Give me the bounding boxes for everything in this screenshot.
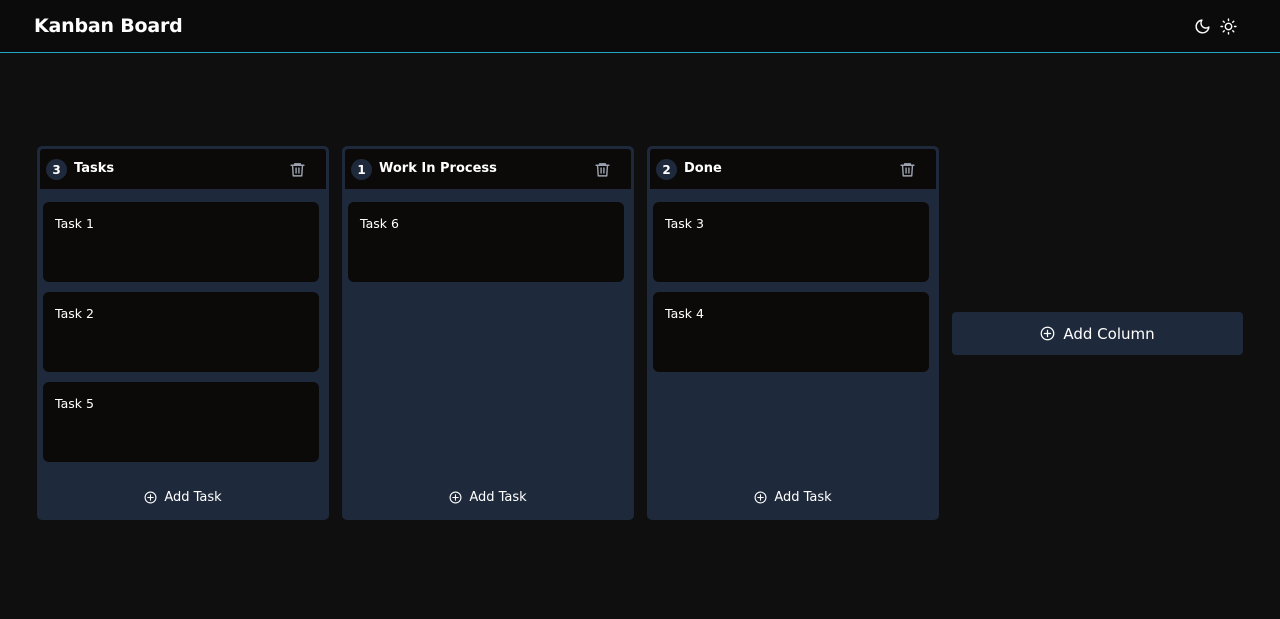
- column-header[interactable]: 3 Tasks: [40, 149, 326, 189]
- column-work-in-process[interactable]: 1 Work In Process Task 6 Add Task: [342, 146, 634, 520]
- add-task-button[interactable]: Add Task: [647, 486, 939, 508]
- add-task-label: Add Task: [164, 489, 222, 505]
- task-count-badge: 3: [46, 159, 67, 180]
- task-card[interactable]: Task 5: [43, 382, 319, 462]
- delete-column-button[interactable]: [288, 160, 306, 178]
- trash-icon: [899, 162, 915, 177]
- add-task-button[interactable]: Add Task: [37, 486, 329, 508]
- task-text: Task 1: [55, 216, 94, 231]
- task-card[interactable]: Task 1: [43, 202, 319, 282]
- add-task-label: Add Task: [469, 489, 527, 505]
- column-title[interactable]: Work In Process: [379, 161, 497, 176]
- plus-circle-icon: [449, 491, 462, 503]
- plus-circle-icon: [1040, 326, 1055, 341]
- add-column-button[interactable]: Add Column: [952, 312, 1243, 355]
- app-header: Kanban Board: [0, 0, 1280, 53]
- task-text: Task 3: [665, 216, 704, 231]
- task-card[interactable]: Task 6: [348, 202, 624, 282]
- task-card[interactable]: Task 3: [653, 202, 929, 282]
- column-title[interactable]: Done: [684, 161, 722, 176]
- task-count-badge: 2: [656, 159, 677, 180]
- column-title[interactable]: Tasks: [74, 161, 114, 176]
- light-mode-toggle[interactable]: [1218, 16, 1238, 36]
- task-count-badge: 1: [351, 159, 372, 180]
- plus-circle-icon: [754, 491, 767, 503]
- sun-icon: [1219, 17, 1237, 35]
- trash-icon: [289, 162, 305, 177]
- app-title: Kanban Board: [34, 15, 183, 37]
- add-task-label: Add Task: [774, 489, 832, 505]
- add-column-label: Add Column: [1063, 324, 1155, 343]
- column-done[interactable]: 2 Done Task 3 Task 4 Add Task: [647, 146, 939, 520]
- plus-circle-icon: [144, 491, 157, 503]
- task-card[interactable]: Task 4: [653, 292, 929, 372]
- task-text: Task 4: [665, 306, 704, 321]
- delete-column-button[interactable]: [593, 160, 611, 178]
- column-header[interactable]: 2 Done: [650, 149, 936, 189]
- column-tasks[interactable]: 3 Tasks Task 1 Task 2 Task 5 Add Task: [37, 146, 329, 520]
- task-text: Task 6: [360, 216, 399, 231]
- trash-icon: [594, 162, 610, 177]
- task-card[interactable]: Task 2: [43, 292, 319, 372]
- moon-icon: [1195, 18, 1210, 33]
- add-task-button[interactable]: Add Task: [342, 486, 634, 508]
- column-header[interactable]: 1 Work In Process: [345, 149, 631, 189]
- task-text: Task 2: [55, 306, 94, 321]
- delete-column-button[interactable]: [898, 160, 916, 178]
- dark-mode-toggle[interactable]: [1192, 16, 1212, 36]
- task-text: Task 5: [55, 396, 94, 411]
